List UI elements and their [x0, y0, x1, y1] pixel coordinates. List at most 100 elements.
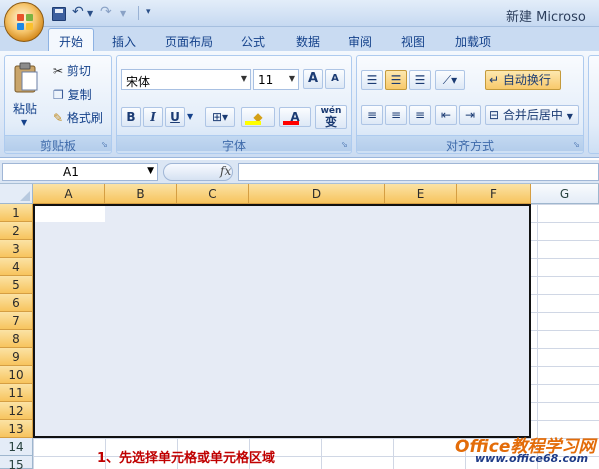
fill-color-button[interactable]: ◆ [241, 107, 275, 127]
phonetic-button[interactable]: wén 变 [315, 105, 347, 129]
orientation-button[interactable]: ⟋▾ [435, 70, 465, 90]
font-size-dropdown-icon[interactable]: ▼ [289, 74, 295, 83]
font-name-select[interactable]: 宋体 ▼ [121, 69, 251, 90]
italic-button[interactable]: I [143, 107, 163, 127]
tab-addins[interactable]: 加载项 [447, 30, 499, 51]
tab-page-layout[interactable]: 页面布局 [157, 30, 221, 51]
merge-center-icon: ⊟ [489, 108, 500, 122]
bold-button[interactable]: B [121, 107, 141, 127]
row-header-11[interactable]: 11 [0, 384, 33, 402]
increase-indent-button[interactable]: ⇥ [459, 105, 481, 125]
formula-bar: A1 ▼ fx [0, 160, 599, 184]
column-header-g[interactable]: G [531, 184, 599, 204]
font-name-dropdown-icon[interactable]: ▼ [241, 74, 247, 83]
merge-center-dropdown-icon[interactable]: ▼ [567, 112, 573, 121]
alignment-launcher-icon[interactable]: ⬂ [573, 140, 580, 149]
row-header-8[interactable]: 8 [0, 330, 33, 348]
increase-indent-icon: ⇥ [464, 108, 476, 122]
borders-button[interactable]: ⊞▾ [205, 107, 235, 127]
tab-view[interactable]: 视图 [393, 30, 433, 51]
copy-button[interactable]: ❐ 复制 [53, 86, 92, 103]
redo-icon[interactable]: ↷ [100, 4, 112, 22]
shrink-font-button[interactable]: A [325, 69, 345, 89]
row-header-13[interactable]: 13 [0, 420, 33, 438]
ribbon: 粘贴 ▼ ✂ 剪切 ❐ 复制 ✎ 格式刷 剪贴板 ⬂ 宋体 ▼ 11 ▼ A A… [0, 51, 599, 158]
align-center-button[interactable]: ≡ [385, 105, 407, 125]
undo-dropdown-icon[interactable]: ▼ [87, 9, 93, 27]
tab-insert[interactable]: 插入 [104, 30, 144, 51]
office-button[interactable] [4, 2, 44, 42]
column-header-b[interactable]: B [105, 184, 177, 204]
wrap-text-button[interactable]: ↵ 自动换行 [485, 70, 561, 90]
worksheet-grid: A B C D E F G 1 2 3 4 5 6 7 8 9 10 11 12… [0, 184, 599, 469]
paste-label[interactable]: 粘贴 [13, 100, 37, 117]
formula-input[interactable] [238, 163, 599, 181]
row-header-5[interactable]: 5 [0, 276, 33, 294]
format-painter-icon: ✎ [53, 111, 64, 125]
row-header-9[interactable]: 9 [0, 348, 33, 366]
decrease-indent-button[interactable]: ⇤ [435, 105, 457, 125]
align-right-icon: ≡ [414, 108, 426, 122]
row-header-14[interactable]: 14 [0, 438, 33, 456]
paste-dropdown-icon[interactable]: ▼ [21, 118, 27, 127]
save-icon[interactable] [52, 7, 66, 21]
window-title: 新建 Microso [506, 10, 586, 25]
format-painter-button[interactable]: ✎ 格式刷 [53, 109, 103, 126]
row-header-2[interactable]: 2 [0, 222, 33, 240]
name-box[interactable]: A1 ▼ [2, 163, 158, 181]
row-header-3[interactable]: 3 [0, 240, 33, 258]
row-header-7[interactable]: 7 [0, 312, 33, 330]
undo-icon[interactable]: ↶ [72, 4, 84, 22]
align-top-button[interactable]: ☰ [361, 70, 383, 90]
customize-qat-icon[interactable]: ▾ [146, 7, 151, 25]
align-top-icon: ☰ [366, 73, 378, 87]
font-color-button[interactable]: A [279, 107, 311, 127]
tab-formulas[interactable]: 公式 [233, 30, 273, 51]
format-painter-label: 格式刷 [66, 111, 103, 125]
select-all-button[interactable] [0, 184, 33, 204]
align-center-icon: ≡ [390, 108, 402, 122]
column-header-d[interactable]: D [249, 184, 385, 204]
column-header-a[interactable]: A [33, 184, 105, 204]
font-color-swatch [283, 121, 299, 125]
row-header-15[interactable]: 15 [0, 456, 33, 469]
redo-dropdown-icon[interactable]: ▼ [120, 9, 126, 27]
align-bottom-icon: ☰ [414, 73, 426, 87]
grow-font-button[interactable]: A [303, 69, 323, 89]
tab-data[interactable]: 数据 [288, 30, 328, 51]
merge-center-button[interactable]: ⊟ 合并后居中 ▼ [485, 105, 579, 125]
column-header-f[interactable]: F [457, 184, 531, 204]
font-size-select[interactable]: 11 ▼ [253, 69, 299, 90]
row-header-12[interactable]: 12 [0, 402, 33, 420]
selected-range[interactable] [33, 204, 531, 438]
cut-button[interactable]: ✂ 剪切 [53, 62, 91, 79]
underline-dropdown-icon[interactable]: ▼ [187, 112, 193, 121]
tab-review[interactable]: 审阅 [340, 30, 380, 51]
align-middle-button[interactable]: ☰ [385, 70, 407, 90]
row-header-1[interactable]: 1 [0, 204, 33, 222]
font-launcher-icon[interactable]: ⬂ [341, 140, 348, 149]
column-header-c[interactable]: C [177, 184, 249, 204]
row-header-4[interactable]: 4 [0, 258, 33, 276]
grow-font-icon: A [307, 71, 319, 86]
ribbon-tabs: 开始 插入 页面布局 公式 数据 审阅 视图 加载项 [0, 27, 599, 52]
row-header-10[interactable]: 10 [0, 366, 33, 384]
font-name-value: 宋体 [126, 75, 151, 89]
align-bottom-button[interactable]: ☰ [409, 70, 431, 90]
align-right-button[interactable]: ≡ [409, 105, 431, 125]
cut-icon: ✂ [53, 64, 64, 78]
wrap-text-label: 自动换行 [502, 73, 551, 87]
underline-button[interactable]: U [165, 107, 185, 127]
align-middle-icon: ☰ [390, 73, 402, 87]
column-header-e[interactable]: E [385, 184, 457, 204]
paste-button[interactable] [13, 62, 39, 96]
name-box-dropdown-icon[interactable]: ▼ [147, 166, 154, 176]
borders-icon: ⊞▾ [211, 110, 229, 124]
align-left-button[interactable]: ≡ [361, 105, 383, 125]
tab-home[interactable]: 开始 [48, 28, 94, 52]
row-header-6[interactable]: 6 [0, 294, 33, 312]
clipboard-group: 粘贴 ▼ ✂ 剪切 ❐ 复制 ✎ 格式刷 剪贴板 ⬂ [4, 55, 112, 154]
active-cell[interactable] [35, 206, 105, 222]
clipboard-launcher-icon[interactable]: ⬂ [101, 140, 108, 149]
insert-function-icon[interactable]: fx [220, 164, 231, 178]
